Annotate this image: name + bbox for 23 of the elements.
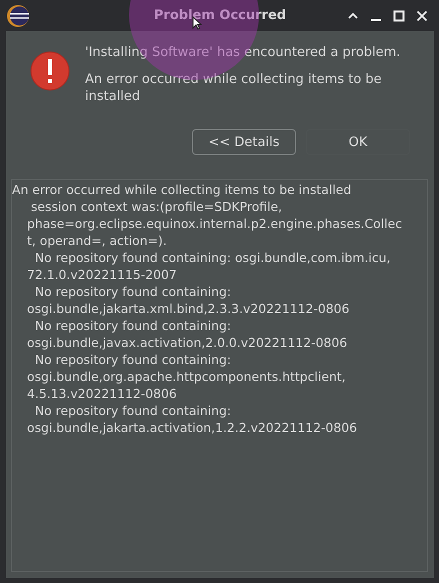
details-line: No repository found containing: (34, 283, 232, 300)
details-line: phase=org.eclipse.equinox.internal.p2.engine.phases.Collec (27, 215, 404, 232)
maximize-icon[interactable] (393, 10, 405, 22)
message-text: An error occurred while collecting items to be installed (85, 71, 383, 105)
close-icon[interactable] (416, 10, 428, 22)
message-title: 'Installing Software' has encountered a problem. (85, 44, 402, 61)
details-line: No repository found containing: (34, 317, 232, 334)
window-title: Problem Occurred (154, 8, 286, 23)
details-line: osgi.bundle,jakarta.activation,1.2.2.v20221112-0806 (27, 419, 358, 436)
details-line: No repository found containing: (34, 351, 232, 368)
details-line: No repository found containing: osgi.bundle,com.ibm.icu, (34, 249, 392, 266)
details-line: 72.1.0.v20221115-2007 (27, 266, 178, 283)
details-line: osgi.bundle,org.apache.httpcomponents.httpclient, (27, 368, 347, 385)
error-icon (30, 51, 70, 91)
details-line: t, operand=, action=). (27, 232, 168, 249)
details-line: No repository found containing: (34, 402, 232, 419)
details-line: osgi.bundle,javax.activation,2.0.0.v20221112-0806 (27, 334, 348, 351)
eclipse-logo-icon (6, 4, 30, 28)
details-line: 4.5.13.v20221112-0806 (27, 385, 178, 402)
details-button[interactable]: << Details (192, 129, 296, 155)
details-line: osgi.bundle,jakarta.xml.bind,2.3.3.v20221112-0806 (27, 300, 350, 317)
details-line: An error occurred while collecting items to be installed (12, 181, 352, 198)
details-line: session context was:(profile=SDKProfile, (30, 198, 284, 215)
